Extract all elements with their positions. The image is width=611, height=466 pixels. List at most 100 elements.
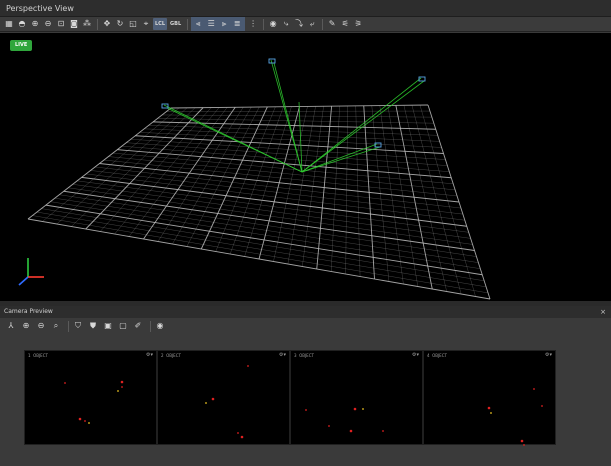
shield-icon[interactable]: ⛉: [72, 320, 84, 332]
detection-point: [240, 435, 244, 439]
frame-b-icon[interactable]: ▢: [117, 320, 129, 332]
local-space-button[interactable]: LCL: [153, 18, 168, 30]
perspective-view-title: Perspective View: [0, 0, 611, 17]
camera-view-3[interactable]: 3 OBJECT ⚙▾: [290, 350, 423, 445]
grid-line: [45, 204, 483, 276]
camera-feed: [205, 365, 249, 439]
detection-point: [328, 425, 330, 427]
ground-grid: [18, 58, 491, 300]
toolbar-divider: [322, 18, 324, 30]
detection-point: [117, 390, 119, 392]
detection-point: [382, 430, 384, 432]
gear-icon[interactable]: ⚙▾: [545, 352, 552, 358]
camera-view-2[interactable]: 2 OBJECT ⚙▾: [157, 350, 290, 445]
path-b-icon[interactable]: ⤵: [293, 18, 305, 30]
camera-icon[interactable]: ◙: [68, 18, 80, 30]
zoom-out-icon[interactable]: ⊖: [42, 18, 54, 30]
grid-line: [77, 180, 469, 233]
detection-point: [305, 409, 307, 411]
zoom-fit-icon[interactable]: ⊡: [55, 18, 67, 30]
3d-viewport[interactable]: LIVE: [0, 33, 611, 301]
path-a-icon[interactable]: ⤷: [280, 18, 292, 30]
distribute-icon[interactable]: ⋮: [247, 18, 259, 30]
gear-icon[interactable]: ⚙▾: [146, 352, 153, 358]
toolbar-divider: [97, 18, 98, 30]
sphere-icon[interactable]: ◓: [16, 18, 28, 30]
camera-feed: [487, 388, 543, 446]
align-center-icon[interactable]: ☰: [205, 18, 217, 30]
grid-line: [316, 106, 333, 270]
detection-point: [88, 422, 90, 424]
detection-point: [247, 365, 249, 367]
detection-point: [84, 420, 86, 422]
path-c-icon[interactable]: ⤶: [306, 18, 318, 30]
camera-feed: [305, 407, 384, 433]
grid-line: [86, 173, 465, 221]
scale-icon[interactable]: ◱: [127, 18, 139, 30]
zoom-in-icon[interactable]: ⊕: [29, 18, 41, 30]
toolbar-divider: [263, 18, 265, 30]
detection-point: [362, 408, 364, 410]
perspective-toolbar: ▦ ◓ ⊕ ⊖ ⊡ ◙ ⁂ ✥ ↻ ◱ ⌖ LCL GBL ⫷ ☰ ⫸ ≣ ⋮ …: [0, 17, 611, 32]
detection-point: [120, 380, 124, 384]
snap-a-icon[interactable]: ⚟: [339, 18, 351, 30]
align-group: ⫷ ☰ ⫸ ≣: [191, 17, 246, 31]
app-window: Perspective View ▦ ◓ ⊕ ⊖ ⊡ ◙ ⁂ ✥ ↻ ◱ ⌖ L…: [0, 0, 611, 466]
camera-marker-icon[interactable]: [161, 103, 169, 109]
toolbar-divider: [150, 320, 151, 332]
zoom-out-icon[interactable]: ⊖: [35, 320, 47, 332]
grid-line: [50, 201, 481, 269]
snap-b-icon[interactable]: ⚞: [352, 18, 364, 30]
camera-preview-title: Camera Preview ×: [0, 306, 611, 318]
detection-point: [487, 406, 491, 410]
grid-line: [371, 105, 390, 282]
detection-point: [64, 382, 66, 384]
grid-line: [411, 105, 462, 295]
brush-icon[interactable]: ✐: [132, 320, 144, 332]
detection-point: [121, 386, 123, 388]
axis-gizmo-icon: [18, 276, 29, 286]
eye-icon[interactable]: ◉: [154, 320, 166, 332]
align-distribute-icon[interactable]: ≣: [231, 18, 243, 30]
camera-view-1[interactable]: 1 OBJECT ⚙▾: [24, 350, 157, 445]
grid-line: [287, 106, 316, 265]
grid-line: [72, 184, 471, 239]
move-icon[interactable]: ✥: [101, 18, 113, 30]
zoom-in-icon[interactable]: ⊕: [20, 320, 32, 332]
camera-preview-toolbar: ⅄ ⊕ ⊖ ⌕ ⛉ ⛊ ▣ ▢ ✐ ◉: [0, 318, 611, 334]
camera-preview-title-text: Camera Preview: [4, 308, 53, 315]
axes-icon[interactable]: ⅄: [5, 320, 17, 332]
detection-point: [520, 439, 524, 443]
live-badge[interactable]: LIVE: [10, 40, 33, 51]
camera-view-4[interactable]: 4 OBJECT ⚙▾: [423, 350, 556, 446]
rotate-icon[interactable]: ↻: [114, 18, 126, 30]
align-right-icon[interactable]: ⫸: [218, 18, 230, 30]
toolbar-divider: [187, 18, 189, 30]
detection-point: [490, 412, 492, 414]
camera-label: 3 OBJECT: [294, 353, 314, 358]
grid-line: [301, 143, 378, 173]
align-left-icon[interactable]: ⫷: [192, 18, 204, 30]
grid-line: [36, 211, 487, 288]
grid-line: [59, 194, 477, 257]
pencil-cursor-icon[interactable]: ✎: [326, 18, 338, 30]
global-space-button[interactable]: GBL: [168, 18, 183, 30]
gear-icon[interactable]: ⚙▾: [279, 352, 286, 358]
grid-icon[interactable]: ▦: [3, 18, 15, 30]
grid-line: [54, 197, 479, 263]
search-icon[interactable]: ⌕: [50, 320, 62, 332]
frame-icon[interactable]: ▣: [102, 320, 114, 332]
detection-point: [237, 432, 239, 434]
grid-line: [166, 107, 303, 173]
grid-line: [273, 62, 303, 173]
close-icon[interactable]: ×: [600, 306, 606, 318]
detection-point: [541, 405, 543, 407]
grid-line: [387, 105, 419, 287]
detection-point: [78, 417, 82, 421]
pivot-icon[interactable]: ⌖: [140, 18, 152, 30]
nodes-icon[interactable]: ⁂: [81, 18, 93, 30]
detection-point: [523, 444, 525, 446]
shield-filled-icon[interactable]: ⛊: [87, 320, 99, 332]
gear-icon[interactable]: ⚙▾: [412, 352, 419, 358]
eye-icon[interactable]: ◉: [267, 18, 279, 30]
